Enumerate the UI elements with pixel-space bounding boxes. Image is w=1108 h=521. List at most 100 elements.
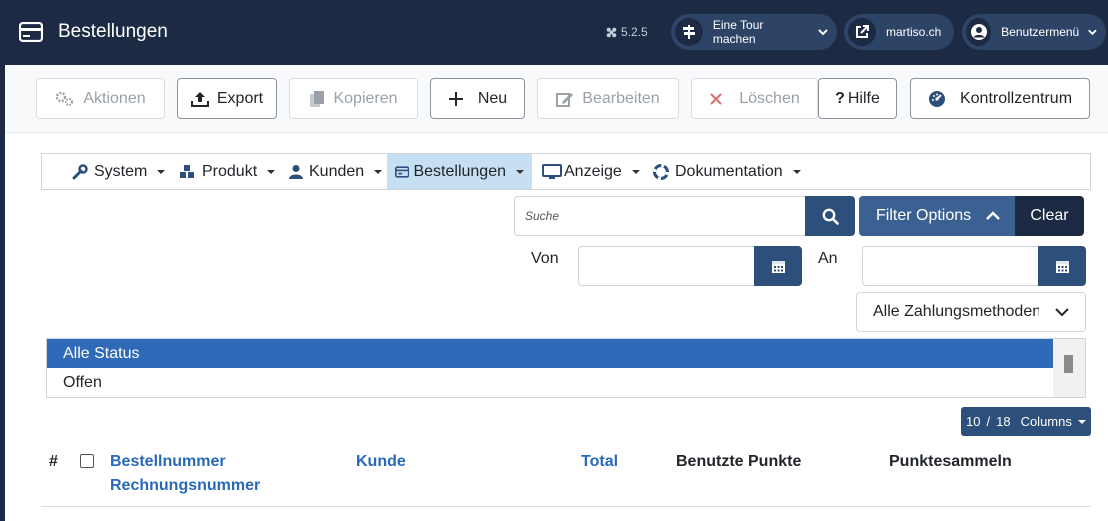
- submenu-item-bestellungen[interactable]: Bestellungen: [387, 154, 532, 189]
- help-button[interactable]: ? Hilfe: [818, 78, 897, 119]
- submenu-item-anzeige[interactable]: Anzeige: [534, 154, 648, 189]
- copy-label: Kopieren: [333, 89, 398, 107]
- columns-separator: /: [986, 414, 991, 429]
- calendar-icon: [1055, 260, 1069, 273]
- site-link-button[interactable]: martiso.ch: [844, 14, 954, 50]
- from-date-input[interactable]: [578, 246, 755, 286]
- columns-toggle-button[interactable]: 10 / 18 Columns: [961, 407, 1091, 436]
- user-circle-icon: [970, 24, 987, 40]
- component-submenu: System Produkt Kunden Bestellungen Anzei…: [41, 153, 1091, 190]
- page-title: Bestellungen: [58, 21, 168, 42]
- user-menu-button[interactable]: Benutzermenü: [962, 14, 1106, 50]
- wrench-icon: [72, 163, 88, 179]
- actions-label: Aktionen: [83, 89, 146, 107]
- external-link-icon: [856, 25, 869, 38]
- edit-button[interactable]: Bearbeiten: [537, 78, 679, 119]
- caret-down-icon: [1078, 420, 1086, 424]
- version-info: 5.2.5: [606, 25, 648, 39]
- chevron-up-icon: [986, 211, 1001, 220]
- submenu-item-system[interactable]: System: [64, 154, 173, 189]
- lifebuoy-icon: [653, 163, 669, 180]
- credit-card-icon: [19, 22, 43, 42]
- delete-label: Löschen: [739, 89, 800, 107]
- caret-down-icon: [792, 169, 801, 174]
- search-placeholder: Suche: [525, 209, 560, 223]
- chevron-down-icon: [818, 29, 828, 36]
- tour-label: Eine Tour machen: [712, 18, 764, 46]
- calendar-icon: [771, 260, 785, 273]
- edit-icon: [556, 92, 574, 107]
- help-question-icon: ?: [835, 89, 845, 107]
- delete-button[interactable]: Löschen: [691, 78, 818, 119]
- from-date-label: Von: [531, 250, 559, 267]
- search-button[interactable]: [805, 196, 855, 236]
- submenu-item-produkt[interactable]: Produkt: [170, 154, 283, 189]
- column-header-customer[interactable]: Kunde: [356, 453, 406, 471]
- site-label: martiso.ch: [886, 25, 942, 39]
- submenu-item-kunden[interactable]: Kunden: [281, 154, 390, 189]
- status-option-all[interactable]: Alle Status: [47, 339, 1053, 368]
- status-list-scrollbar[interactable]: [1053, 339, 1085, 397]
- chevron-down-icon: [1088, 29, 1097, 36]
- user-menu-label: Benutzermenü: [1001, 25, 1080, 39]
- control-center-label: Kontrollzentrum: [959, 89, 1073, 107]
- joomla-icon: [606, 27, 617, 37]
- dashboard-icon: [928, 90, 945, 107]
- new-button[interactable]: Neu: [430, 78, 525, 119]
- tour-button[interactable]: Eine Tour machen: [671, 14, 837, 50]
- close-icon: [710, 92, 722, 105]
- gears-icon: [56, 91, 74, 106]
- copy-button[interactable]: Kopieren: [289, 78, 418, 119]
- search-input[interactable]: Suche: [514, 196, 806, 236]
- column-header-total[interactable]: Total: [581, 453, 618, 471]
- column-header-collect-points: Punktesammeln: [889, 453, 1012, 470]
- export-label: Export: [216, 89, 264, 107]
- new-label: Neu: [477, 89, 508, 107]
- status-option-open[interactable]: Offen: [47, 368, 1053, 397]
- column-header-invoice-number[interactable]: Rechnungsnummer: [110, 477, 260, 495]
- caret-down-icon: [267, 169, 276, 174]
- payment-method-select[interactable]: Alle Zahlungsmethoden: [856, 292, 1086, 332]
- table-header-divider: [41, 506, 1091, 507]
- caret-down-icon: [157, 169, 166, 174]
- payment-method-value: Alle Zahlungsmethoden: [873, 303, 1042, 320]
- toolbar: Aktionen Export Kopieren Neu Bearbeiten …: [5, 65, 1108, 133]
- column-header-used-points: Benutzte Punkte: [676, 453, 802, 470]
- monitor-icon: [542, 163, 562, 179]
- user-icon: [289, 164, 303, 179]
- orders-icon: [395, 165, 410, 178]
- app-header: Bestellungen 5.2.5 Eine Tour machen mart…: [0, 0, 1108, 65]
- status-select[interactable]: Alle Status Offen: [46, 338, 1086, 398]
- help-label: Hilfe: [847, 89, 880, 107]
- copy-icon: [310, 90, 325, 107]
- search-icon: [822, 208, 839, 225]
- filter-options-label: Filter Options: [876, 207, 972, 224]
- submenu-item-dokumentation[interactable]: Dokumentation: [645, 154, 809, 189]
- select-all-checkbox[interactable]: [80, 454, 94, 468]
- column-header-order-number[interactable]: Bestellnummer: [110, 453, 226, 471]
- scrollbar-thumb[interactable]: [1064, 355, 1073, 373]
- caret-down-icon: [374, 169, 383, 174]
- upload-icon: [190, 91, 209, 107]
- caret-down-icon: [631, 169, 640, 174]
- from-date-picker-button[interactable]: [754, 246, 802, 286]
- chevron-down-icon: [1055, 308, 1069, 317]
- plus-icon: [448, 91, 463, 106]
- columns-label: Columns: [1020, 414, 1072, 429]
- filter-options-button[interactable]: Filter Options: [859, 196, 1015, 236]
- to-date-picker-button[interactable]: [1038, 246, 1086, 286]
- columns-total: 18: [996, 414, 1011, 429]
- edit-label: Bearbeiten: [582, 89, 660, 107]
- export-button[interactable]: Export: [177, 78, 277, 119]
- clear-button[interactable]: Clear: [1015, 196, 1084, 236]
- control-center-button[interactable]: Kontrollzentrum: [910, 78, 1090, 119]
- cubes-icon: [180, 164, 194, 178]
- signpost-icon: [682, 25, 695, 39]
- columns-shown: 10: [966, 414, 981, 429]
- version-number: 5.2.5: [621, 25, 648, 39]
- to-date-input[interactable]: [862, 246, 1039, 286]
- caret-down-icon: [516, 169, 524, 174]
- column-header-number: #: [49, 453, 58, 470]
- to-date-label: An: [818, 250, 838, 267]
- actions-button[interactable]: Aktionen: [36, 78, 165, 119]
